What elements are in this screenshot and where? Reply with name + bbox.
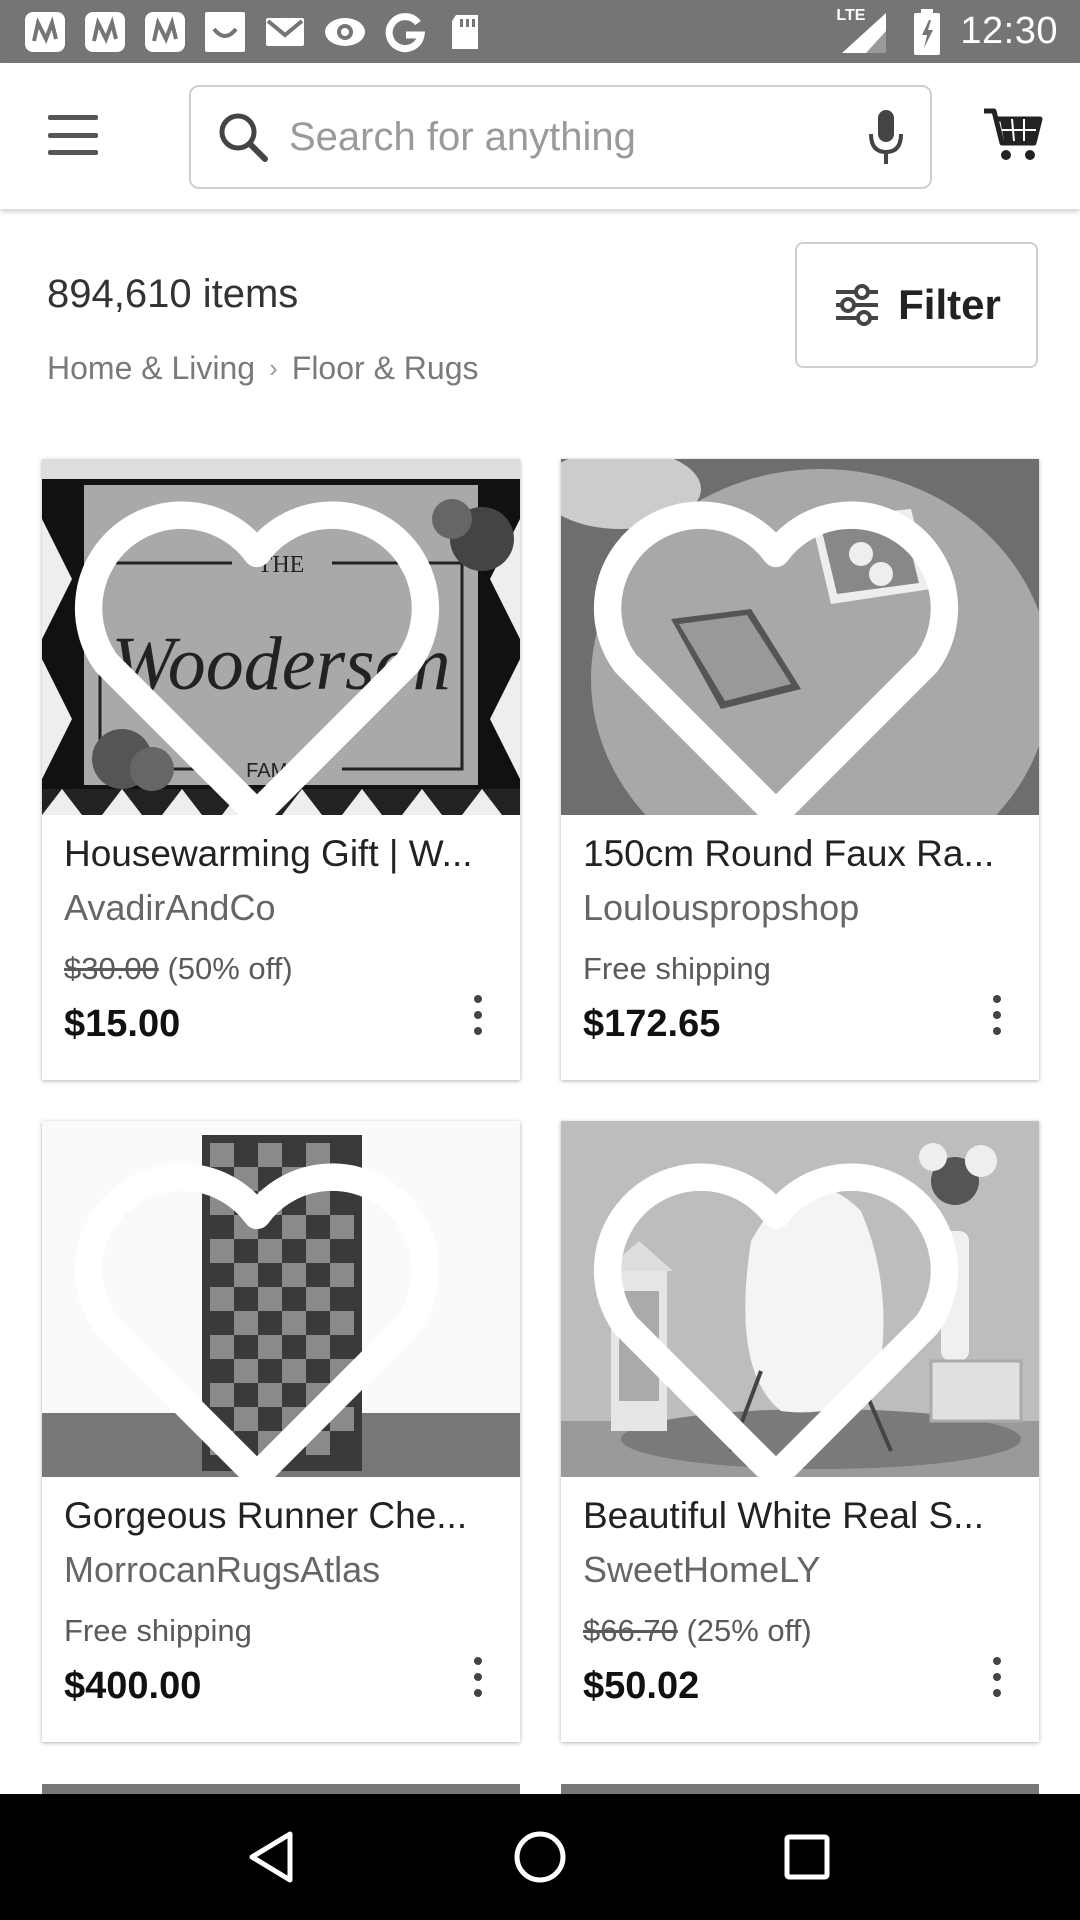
app-n-icon xyxy=(22,9,68,55)
heart-icon[interactable] xyxy=(42,1147,496,1477)
listing-discount: (25% off) xyxy=(686,1613,812,1648)
hamburger-menu-icon[interactable] xyxy=(48,115,98,155)
listing-shipping: Free shipping xyxy=(64,1613,252,1648)
listing-price: $15.00 xyxy=(64,1003,181,1045)
lte-signal-icon: LTE xyxy=(836,7,894,57)
listing-shop: AvadirAndCo xyxy=(64,887,276,928)
search-bar[interactable] xyxy=(189,85,932,189)
notification-icons xyxy=(22,9,488,55)
app-bar xyxy=(0,63,1080,209)
listing-price: $172.65 xyxy=(583,1003,721,1045)
status-bar: LTE 12:30 xyxy=(0,0,1080,63)
breadcrumb: Home & Living › Floor & Rugs xyxy=(47,350,479,387)
app-n-icon xyxy=(82,9,128,55)
listing-image-round-rug[interactable] xyxy=(561,459,1039,815)
listing-card[interactable]: THE Wooderson FAMILY Housewarming Gift |… xyxy=(42,459,520,1080)
listing-title: Gorgeous Runner Che... xyxy=(64,1495,468,1536)
system-navigation-bar xyxy=(0,1794,1080,1920)
listing-title: 150cm Round Faux Ra... xyxy=(583,833,995,874)
listing-card[interactable]: 150cm Round Faux Ra... Loulouspropshop F… xyxy=(561,459,1039,1080)
network-label: LTE xyxy=(836,6,866,24)
listing-discount: (50% off) xyxy=(167,951,293,986)
app-n-icon xyxy=(142,9,188,55)
listing-shop: SweetHomeLY xyxy=(583,1549,821,1590)
listing-image-doormat[interactable]: THE Wooderson FAMILY xyxy=(42,459,520,815)
filter-button[interactable]: Filter xyxy=(795,242,1038,368)
listing-discount-line: $30.00 (50% off) xyxy=(64,951,498,991)
filter-label: Filter xyxy=(898,281,1001,328)
listing-card[interactable]: Gorgeous Runner Che... MorrocanRugsAtlas… xyxy=(42,1121,520,1742)
clock: 12:30 xyxy=(960,10,1058,52)
eye-icon xyxy=(322,9,368,55)
microphone-icon[interactable] xyxy=(866,108,906,166)
listing-title: Beautiful White Real S... xyxy=(583,1495,985,1536)
heart-icon[interactable] xyxy=(42,485,496,815)
listing-shop: Loulouspropshop xyxy=(583,887,860,928)
listing-card[interactable]: Beautiful White Real S... SweetHomeLY $6… xyxy=(561,1121,1039,1742)
smile-icon xyxy=(202,9,248,55)
heart-icon[interactable] xyxy=(561,485,1015,815)
listing-price: $400.00 xyxy=(64,1665,202,1707)
sliders-icon xyxy=(836,284,879,326)
home-icon[interactable] xyxy=(505,1822,575,1892)
more-options-icon[interactable] xyxy=(472,995,484,1035)
listing-price: $50.02 xyxy=(583,1665,700,1707)
listing-original-price: $30.00 xyxy=(64,951,159,986)
recents-icon[interactable] xyxy=(772,1822,842,1892)
search-input[interactable] xyxy=(289,114,866,160)
sd-card-icon xyxy=(442,9,488,55)
listing-shop: MorrocanRugsAtlas xyxy=(64,1549,381,1590)
battery-icon xyxy=(912,8,942,56)
listing-discount-line: $66.70 (25% off) xyxy=(583,1613,1017,1653)
back-icon[interactable] xyxy=(238,1822,308,1892)
breadcrumb-floor-rugs[interactable]: Floor & Rugs xyxy=(292,350,479,387)
more-options-icon[interactable] xyxy=(991,995,1003,1035)
next-listing-preview[interactable] xyxy=(561,1784,1039,1794)
listing-shipping: Free shipping xyxy=(583,951,771,986)
results-count: 894,610 items xyxy=(47,272,299,316)
search-icon xyxy=(219,113,268,162)
shopping-cart-icon[interactable] xyxy=(982,103,1044,165)
chevron-right-icon: › xyxy=(269,353,278,383)
breadcrumb-home-living[interactable]: Home & Living xyxy=(47,350,255,387)
listing-image-runner-rug[interactable] xyxy=(42,1121,520,1477)
next-listing-preview[interactable] xyxy=(42,1784,520,1794)
more-options-icon[interactable] xyxy=(991,1657,1003,1697)
google-icon xyxy=(382,9,428,55)
listing-title: Housewarming Gift | W... xyxy=(64,833,473,874)
more-options-icon[interactable] xyxy=(472,1657,484,1697)
gmail-icon xyxy=(262,9,308,55)
listing-original-price: $66.70 xyxy=(583,1613,678,1648)
heart-icon[interactable] xyxy=(561,1147,1015,1477)
listing-image-sheepskin[interactable] xyxy=(561,1121,1039,1477)
